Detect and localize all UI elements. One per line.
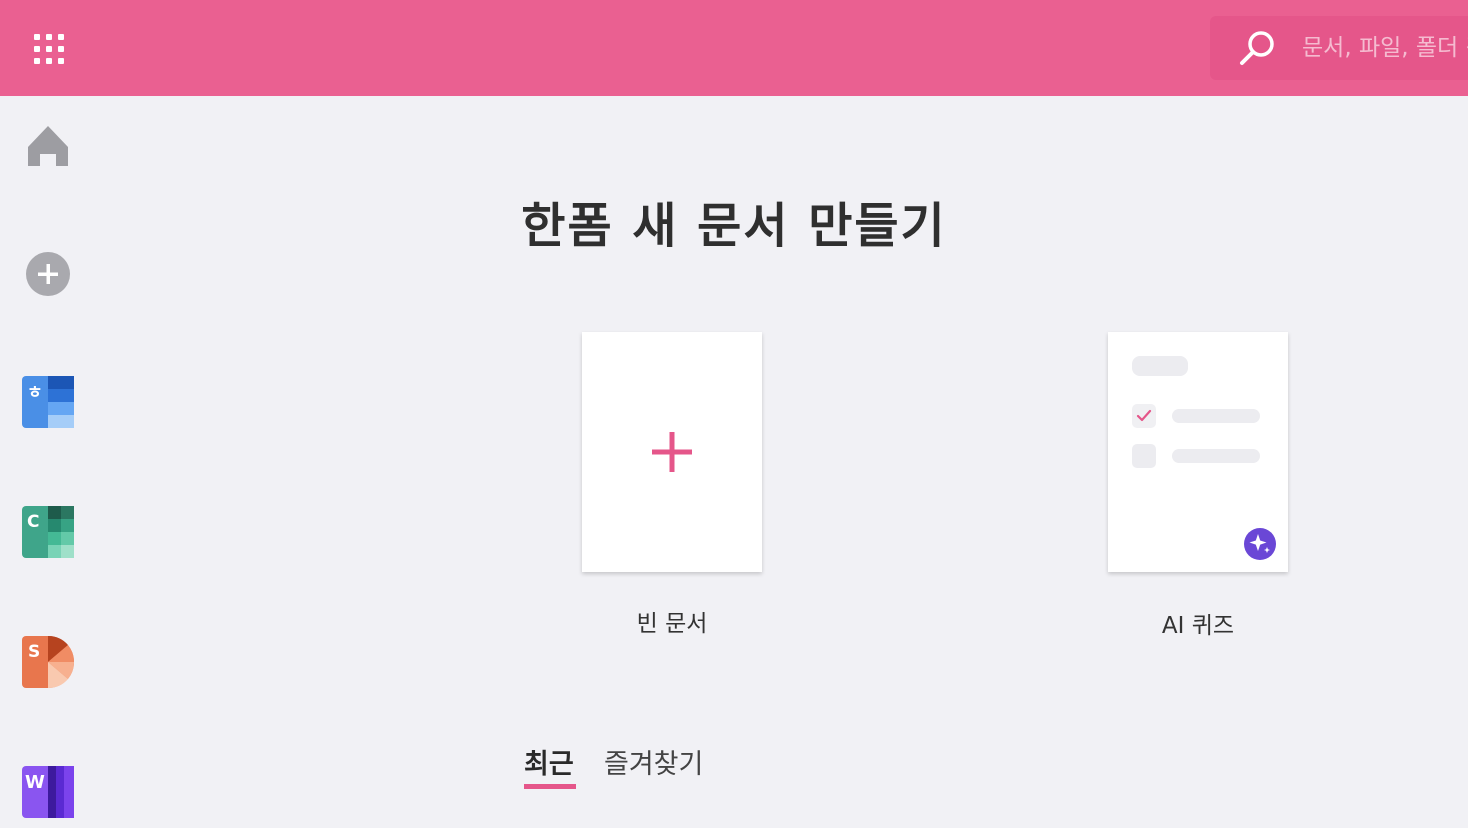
sidebar-app-hcell[interactable]: C (22, 506, 74, 558)
top-bar (0, 0, 1468, 96)
ai-quiz-card[interactable] (1108, 332, 1288, 572)
blank-document-label: 빈 문서 (636, 611, 708, 637)
grid-dot-icon (34, 58, 40, 64)
hcell-app-icon: C (22, 506, 74, 558)
tab-favorites[interactable]: 즐겨찾기 (604, 742, 703, 781)
tab-recent[interactable]: 최근 (524, 742, 574, 781)
w-app-icon: W (22, 766, 74, 818)
svg-text:S: S (28, 642, 40, 662)
app-launcher-button[interactable] (30, 30, 68, 68)
home-icon (28, 126, 68, 166)
search-input[interactable] (1302, 16, 1468, 80)
sidebar: ㅎ C S W (0, 96, 96, 828)
ai-quiz-label: AI 퀴즈 (1161, 613, 1235, 639)
plus-icon (652, 432, 692, 472)
sidebar-app-hshow[interactable]: S (22, 636, 74, 688)
page-title: 한폼 새 문서 만들기 (521, 198, 947, 254)
search-icon (1240, 31, 1274, 65)
svg-text:ㅎ: ㅎ (27, 383, 43, 403)
sidebar-new-button[interactable] (20, 246, 76, 302)
grid-dot-icon (46, 46, 52, 52)
blank-document-card[interactable] (582, 332, 762, 572)
grid-dot-icon (58, 46, 64, 52)
sidebar-app-w[interactable]: W (22, 766, 74, 818)
hshow-app-icon: S (22, 636, 74, 688)
search-box[interactable] (1210, 16, 1468, 80)
grid-dot-icon (34, 34, 40, 40)
grid-dot-icon (46, 58, 52, 64)
active-tab-indicator (524, 784, 576, 789)
grid-dot-icon (46, 34, 52, 40)
ai-sparkle-icon (1244, 528, 1276, 560)
svg-text:W: W (25, 772, 45, 793)
grid-dot-icon (34, 46, 40, 52)
sidebar-home-button[interactable] (20, 120, 76, 176)
hword-app-icon: ㅎ (22, 376, 74, 428)
svg-text:C: C (27, 512, 39, 532)
grid-dot-icon (58, 34, 64, 40)
plus-circle-icon (26, 252, 70, 296)
grid-dot-icon (58, 58, 64, 64)
sidebar-app-hword[interactable]: ㅎ (22, 376, 74, 428)
